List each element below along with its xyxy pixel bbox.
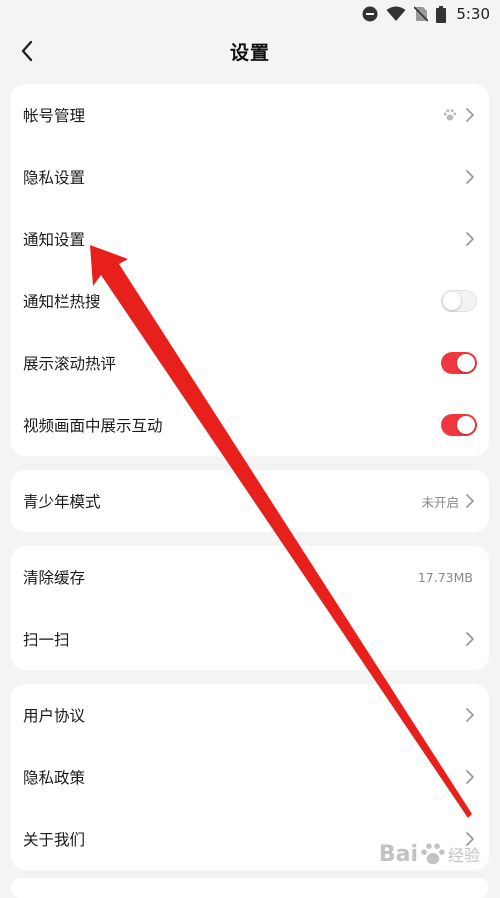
status-time: 5:30	[456, 5, 490, 23]
toggle-knob	[457, 416, 475, 434]
toggle-hot-search[interactable]	[441, 290, 477, 312]
toggle-scrolling-comments[interactable]	[441, 352, 477, 374]
row-label: 展示滚动热评	[23, 355, 117, 373]
chevron-right-icon	[466, 494, 474, 508]
row-label: 清除缓存	[23, 569, 86, 587]
no-sim-icon	[414, 6, 429, 22]
row-label: 扫一扫	[23, 631, 70, 649]
row-label: 通知栏热搜	[23, 293, 101, 311]
settings-group-tools: 清除缓存 17.73MB 扫一扫	[11, 546, 489, 670]
settings-group-teen: 青少年模式 未开启	[11, 470, 489, 532]
header: 设置	[0, 28, 500, 74]
paw-icon	[443, 109, 457, 121]
row-privacy-settings[interactable]: 隐私设置	[11, 146, 489, 208]
row-label: 视频画面中展示互动	[23, 417, 163, 435]
back-button[interactable]	[12, 36, 42, 66]
cache-size: 17.73MB	[417, 569, 473, 585]
watermark-logo: Bai 经验	[379, 841, 480, 867]
settings-group-next-partial	[11, 878, 489, 898]
row-notification-settings[interactable]: 通知设置	[11, 208, 489, 270]
watermark-sub: 经验	[447, 846, 480, 865]
row-clear-cache[interactable]: 清除缓存 17.73MB	[11, 546, 489, 608]
row-scan[interactable]: 扫一扫	[11, 608, 489, 670]
row-label: 通知设置	[23, 231, 86, 249]
chevron-right-icon	[466, 770, 474, 784]
row-scrolling-hot-comments: 展示滚动热评	[11, 332, 489, 394]
paw-icon	[421, 843, 445, 865]
wifi-icon	[386, 6, 406, 21]
chevron-right-icon	[466, 108, 474, 122]
chevron-right-icon	[466, 632, 474, 646]
row-label: 隐私设置	[23, 169, 86, 187]
battery-icon	[436, 5, 447, 23]
toggle-video-interaction[interactable]	[441, 414, 477, 436]
page-title: 设置	[229, 41, 270, 64]
chevron-left-icon	[21, 40, 33, 62]
row-video-interaction: 视频画面中展示互动	[11, 394, 489, 456]
row-privacy-policy[interactable]: 隐私政策	[11, 746, 489, 808]
row-teen-mode[interactable]: 青少年模式 未开启	[11, 470, 489, 532]
row-notification-bar-hot-search: 通知栏热搜	[11, 270, 489, 332]
teen-mode-status: 未开启	[421, 494, 459, 510]
row-label: 用户协议	[23, 707, 86, 725]
status-bar: 5:30	[0, 0, 500, 28]
row-user-agreement[interactable]: 用户协议	[11, 684, 489, 746]
chevron-right-icon	[466, 708, 474, 722]
toggle-knob	[457, 354, 475, 372]
settings-group-main: 帐号管理 隐私设置 通知设置 通知栏热搜 展示滚动热评 视频画面中展示互动	[11, 84, 489, 456]
toggle-knob	[443, 292, 461, 310]
do-not-disturb-icon	[362, 6, 378, 22]
chevron-right-icon	[466, 170, 474, 184]
row-label: 帐号管理	[23, 107, 86, 125]
watermark-text: Bai	[378, 841, 418, 867]
chevron-right-icon	[466, 232, 474, 246]
row-label: 青少年模式	[23, 493, 101, 511]
row-account-management[interactable]: 帐号管理	[11, 84, 489, 146]
row-label: 隐私政策	[23, 769, 86, 787]
